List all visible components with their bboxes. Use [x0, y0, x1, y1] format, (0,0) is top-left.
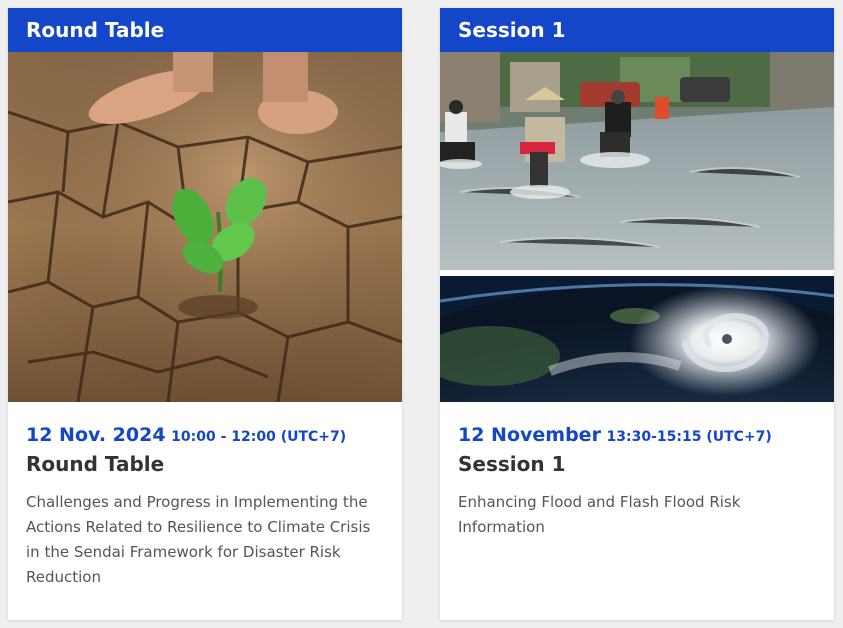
event-time: 13:30-15:15 (UTC+7): [606, 429, 772, 445]
event-description: Enhancing Flood and Flash Flood Risk Inf…: [458, 493, 741, 536]
event-title: Round Table: [26, 452, 165, 476]
card-content: 12 November 13:30-15:15 (UTC+7) Session …: [440, 402, 834, 540]
event-card-round-table[interactable]: Round Table 12 Nov. 2024 10:00 - 12:00 (…: [8, 8, 402, 620]
event-time: 10:00 - 12:00 (UTC+7): [171, 429, 347, 445]
event-date: 12 Nov. 2024: [26, 424, 166, 446]
event-date: 12 November: [458, 424, 601, 446]
event-date-line: 12 November 13:30-15:15 (UTC+7): [458, 424, 816, 446]
card-header: Round Table: [8, 8, 402, 52]
typhoon-from-space-image: [440, 276, 834, 402]
flooded-street-motorbikes-image: [440, 52, 834, 270]
event-title: Session 1: [458, 452, 566, 476]
event-card-session-1[interactable]: Session 1 12 November 13:30-15:15 (UTC+7…: [440, 8, 834, 620]
event-date-line: 12 Nov. 2024 10:00 - 12:00 (UTC+7): [26, 424, 384, 446]
drought-cracked-earth-seedling-image: [8, 52, 402, 402]
event-description: Challenges and Progress in Implementing …: [26, 493, 371, 586]
card-content: 12 Nov. 2024 10:00 - 12:00 (UTC+7) Round…: [8, 402, 402, 590]
card-header: Session 1: [440, 8, 834, 52]
